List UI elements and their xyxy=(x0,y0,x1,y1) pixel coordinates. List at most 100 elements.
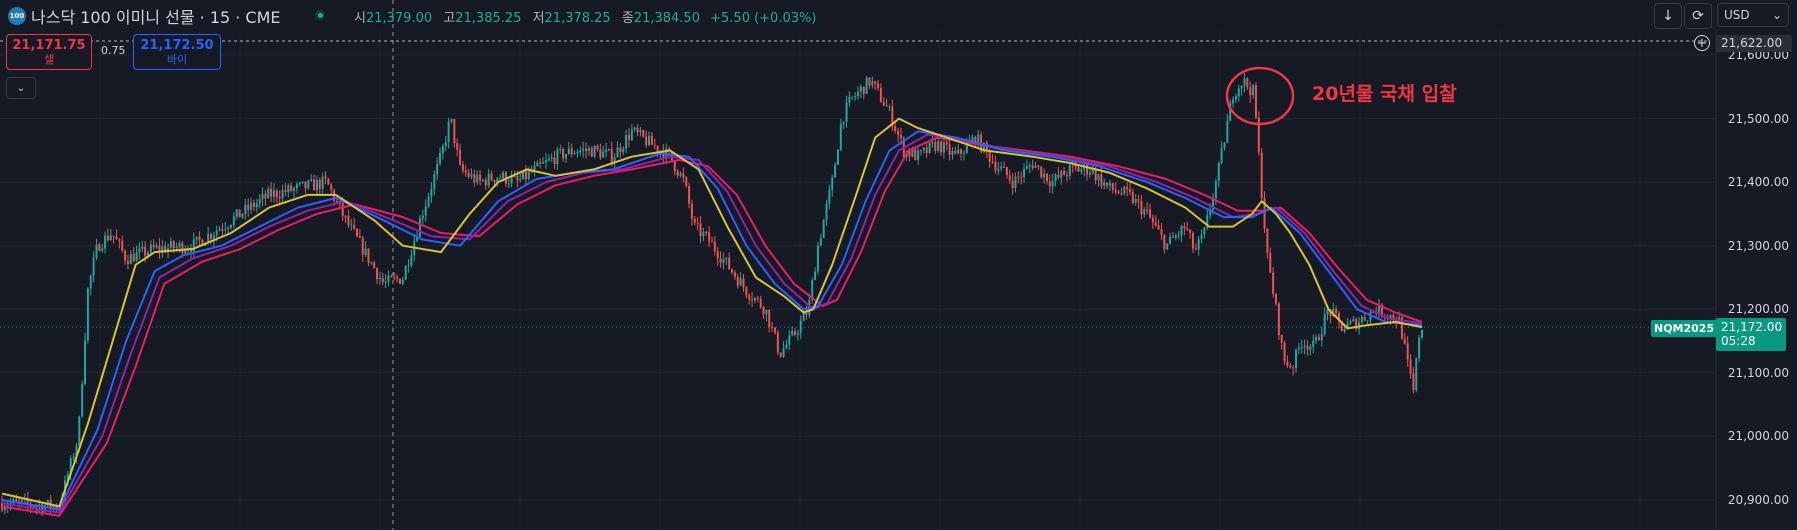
candle-body xyxy=(696,222,699,224)
candle-body xyxy=(1051,180,1054,187)
candle-body xyxy=(1054,174,1057,181)
candle-body xyxy=(1146,209,1149,211)
candle-body xyxy=(361,237,364,255)
candle-body xyxy=(376,268,379,280)
candle-body xyxy=(95,244,98,259)
candle-body xyxy=(1363,317,1366,321)
candle-body xyxy=(682,173,685,178)
candle-body xyxy=(816,245,819,272)
candle-body xyxy=(92,258,95,276)
buy-button[interactable]: 21,172.50 바이 xyxy=(133,34,221,70)
candle-body xyxy=(1274,294,1277,304)
candle-body xyxy=(72,457,75,459)
candle-body xyxy=(1163,235,1166,250)
candle-body xyxy=(493,180,496,182)
candle-body xyxy=(854,96,857,98)
candle-body xyxy=(310,179,313,181)
alert-price-tag[interactable]: 21,622.00 xyxy=(1716,35,1792,52)
candle-body xyxy=(490,173,493,181)
candle-body xyxy=(235,209,238,217)
candle-body xyxy=(1232,99,1235,104)
candle-body xyxy=(1057,174,1060,178)
candle-body xyxy=(1214,180,1217,199)
candle-body xyxy=(894,126,897,131)
candle-body xyxy=(1157,225,1160,230)
candle-body xyxy=(350,224,353,226)
refresh-button[interactable]: ⟳ xyxy=(1684,3,1712,29)
candle-body xyxy=(149,244,152,253)
candle-body xyxy=(1031,165,1034,168)
candle-body xyxy=(290,185,293,191)
candle-body xyxy=(424,205,427,216)
candle-body xyxy=(719,258,722,263)
candle-body xyxy=(456,143,459,150)
scroll-down-button[interactable]: ↓ xyxy=(1654,3,1682,29)
price-tick-label: 21,000.00 xyxy=(1727,429,1789,444)
candle-body xyxy=(776,332,779,353)
candle-body xyxy=(636,127,639,133)
candle-body xyxy=(1066,175,1068,177)
candle-body xyxy=(450,119,453,122)
candle-body xyxy=(877,83,880,88)
symbol-title[interactable]: 나스닥 100 이미니 선물 · 15 · CME xyxy=(31,4,281,28)
candle-body xyxy=(524,171,527,180)
candle-body xyxy=(1191,232,1194,249)
candle-body xyxy=(702,232,705,237)
candle-body xyxy=(487,173,490,186)
candle-body xyxy=(1203,227,1206,235)
candle-body xyxy=(805,312,808,315)
candle-body xyxy=(250,202,253,210)
candle-body xyxy=(410,255,413,266)
candle-body xyxy=(115,236,118,240)
candle-body xyxy=(1252,85,1255,96)
candle-body xyxy=(470,174,473,177)
price-tick-label: 20,900.00 xyxy=(1727,493,1789,507)
add-alert-button[interactable]: + xyxy=(1694,35,1710,51)
candle-body xyxy=(736,276,739,286)
price-tick-label: 21,100.00 xyxy=(1727,365,1789,380)
candle-body xyxy=(169,241,172,248)
candle-body xyxy=(1406,343,1409,360)
sell-button[interactable]: 21,171.75 셀 xyxy=(6,34,92,70)
candle-body xyxy=(882,102,885,106)
candle-body xyxy=(387,275,390,282)
moving-average-line xyxy=(1,133,1423,514)
candle-body xyxy=(86,288,89,340)
candle-body xyxy=(1126,186,1129,190)
candle-body xyxy=(1249,87,1252,96)
candle-body xyxy=(502,172,505,178)
candle-body xyxy=(991,161,994,163)
candle-body xyxy=(1143,209,1146,215)
candle-body xyxy=(370,262,373,264)
candle-body xyxy=(221,229,224,231)
candle-body xyxy=(453,119,456,144)
candle-body xyxy=(1309,346,1312,350)
candle-body xyxy=(1197,238,1200,250)
candle-body xyxy=(645,136,648,146)
candle-body xyxy=(1280,335,1283,343)
candle-body xyxy=(247,204,250,210)
candle-body xyxy=(284,189,287,193)
candle-body xyxy=(1094,169,1097,181)
candle-body xyxy=(295,184,298,189)
candle-body xyxy=(799,320,802,333)
candle-body xyxy=(158,245,161,252)
candle-body xyxy=(1403,338,1406,344)
sell-price: 21,171.75 xyxy=(12,38,86,53)
candle-body xyxy=(270,188,273,197)
candle-body xyxy=(834,164,837,178)
candle-body xyxy=(364,248,367,255)
candle-body xyxy=(547,158,550,161)
candle-body xyxy=(421,215,424,219)
candle-body xyxy=(782,348,785,357)
candle-body xyxy=(713,241,716,252)
candle-body xyxy=(842,121,845,124)
candle-body xyxy=(1317,336,1320,341)
candle-body xyxy=(994,161,997,171)
candle-body xyxy=(708,232,711,242)
collapse-legend-button[interactable]: ⌄ xyxy=(6,77,36,99)
currency-select[interactable]: USD ⌄ xyxy=(1717,3,1789,27)
candle-body xyxy=(814,271,817,281)
candle-body xyxy=(567,148,570,155)
price-chart[interactable] xyxy=(0,0,1797,530)
